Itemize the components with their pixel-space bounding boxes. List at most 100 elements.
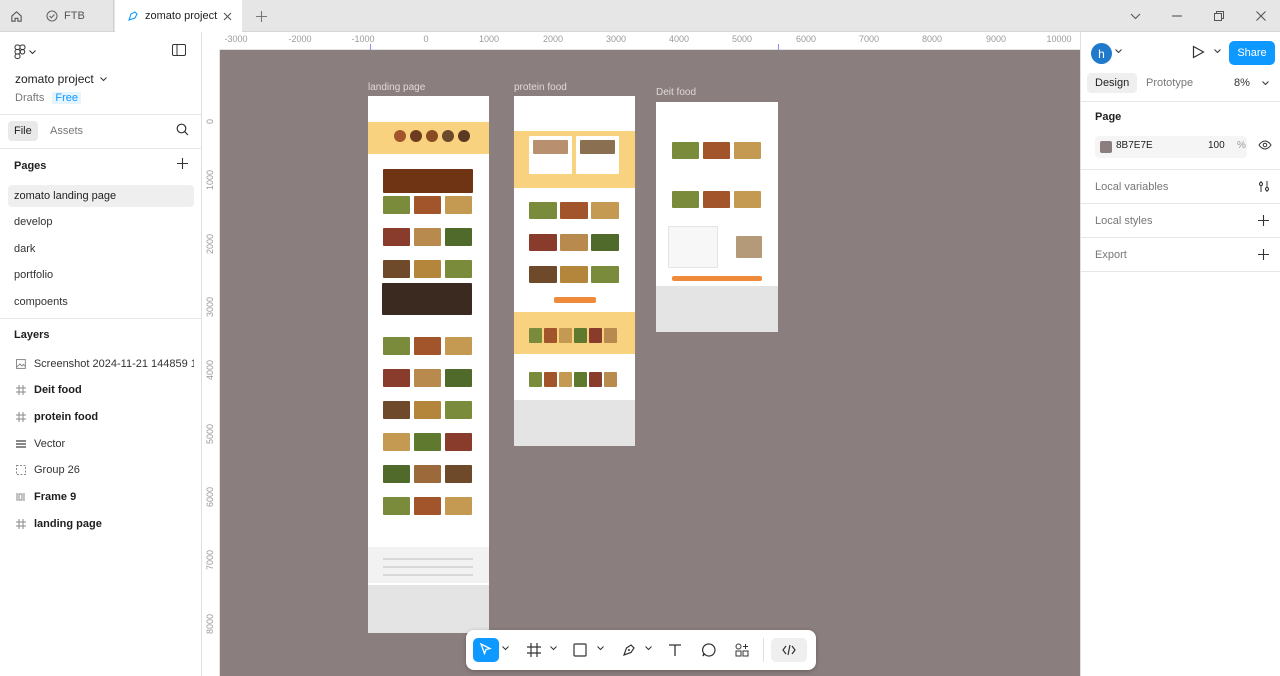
frame-tool[interactable]: [523, 638, 545, 662]
avatar[interactable]: h: [1091, 43, 1112, 64]
local-variables-label[interactable]: Local variables: [1095, 181, 1168, 193]
cursor-icon: [479, 643, 492, 656]
food-thumbnail: [703, 191, 730, 208]
variables-icon[interactable]: [1258, 180, 1270, 193]
local-styles-label[interactable]: Local styles: [1095, 215, 1152, 227]
layer-group-26[interactable]: Group 26: [8, 459, 194, 481]
ruler-tick-label: 3000: [605, 34, 627, 44]
layer-frame-9[interactable]: Frame 9: [8, 486, 194, 508]
ruler-tick-label: 4000: [205, 359, 215, 380]
canvas[interactable]: -3000 -2000 -1000 0 1000 2000 3000 4000 …: [202, 32, 1080, 676]
search-icon[interactable]: [176, 123, 189, 139]
opacity-value[interactable]: 100: [1208, 140, 1225, 151]
dev-mode-toggle[interactable]: [771, 638, 807, 662]
frame-label-landing-page[interactable]: landing page: [368, 82, 425, 93]
page-item-develop[interactable]: develop: [8, 211, 194, 233]
plus-icon[interactable]: [1258, 249, 1269, 260]
layers-heading: Layers: [14, 329, 50, 341]
share-button[interactable]: Share: [1229, 41, 1275, 65]
food-thumbnail: [383, 228, 410, 246]
faq-row: [383, 566, 473, 568]
home-button[interactable]: [0, 0, 33, 32]
layer-screenshot[interactable]: Screenshot 2024-11-21 144859 1: [8, 353, 194, 375]
food-thumbnail: [445, 196, 472, 214]
frame-label-deit-food[interactable]: Deit food: [656, 87, 696, 98]
layer-protein-food[interactable]: protein food: [8, 406, 194, 428]
ruler-tick-label: 1000: [205, 169, 215, 190]
left-panel: zomato project Drafts Free File Assets P…: [0, 32, 202, 676]
tab-file[interactable]: File: [8, 121, 38, 141]
project-location[interactable]: Drafts: [15, 92, 44, 104]
minimize-icon[interactable]: [1166, 7, 1188, 25]
frame-label-protein-food[interactable]: protein food: [514, 82, 567, 93]
text-tool[interactable]: [664, 638, 686, 662]
tab-zomato-project[interactable]: zomato project: [115, 0, 242, 32]
tab-prototype[interactable]: Prototype: [1146, 73, 1193, 93]
divider: [1081, 169, 1280, 170]
divider: [0, 148, 201, 149]
chevron-down-icon[interactable]: [1214, 49, 1221, 54]
tab-design[interactable]: Design: [1087, 73, 1138, 93]
frame-deit-food[interactable]: [656, 102, 778, 332]
add-page-button[interactable]: [177, 158, 188, 172]
plus-icon: [177, 158, 188, 169]
main-menu-button[interactable]: [14, 44, 36, 60]
project-name[interactable]: zomato project: [15, 72, 107, 86]
frame-landing-page[interactable]: [368, 96, 489, 633]
project-name-label: zomato project: [15, 72, 94, 86]
close-window-icon[interactable]: [1250, 7, 1272, 25]
chevron-down-icon[interactable]: [502, 646, 509, 651]
chevron-down-icon[interactable]: [597, 646, 604, 651]
ruler-tick-label: 1000: [478, 34, 500, 44]
rectangle-tool[interactable]: [569, 638, 591, 662]
eye-icon[interactable]: [1258, 140, 1272, 150]
page-color-field[interactable]: 8B7E7E 100 %: [1095, 136, 1247, 158]
divider: [0, 318, 201, 319]
food-thumbnail: [383, 337, 410, 355]
ruler-tick-label: 7000: [858, 34, 880, 44]
page-item-dark[interactable]: dark: [8, 238, 194, 260]
vector-icon: [16, 440, 26, 448]
page-item-portfolio[interactable]: portfolio: [8, 264, 194, 286]
comment-tool[interactable]: [698, 638, 720, 662]
plus-icon: [255, 10, 267, 22]
actions-tool[interactable]: [731, 638, 753, 662]
move-tool[interactable]: [473, 638, 499, 662]
color-swatch[interactable]: [1100, 141, 1112, 153]
food-thumbnail: [589, 372, 602, 387]
food-thumbnail: [394, 130, 406, 142]
zoom-dropdown[interactable]: 8%: [1234, 73, 1269, 93]
chevron-down-icon[interactable]: [550, 646, 557, 651]
chevron-down-icon: [99, 76, 107, 81]
present-button[interactable]: [1192, 45, 1205, 62]
layer-deit-food[interactable]: Deit food: [8, 379, 194, 401]
home-icon: [11, 10, 22, 22]
tab-assets[interactable]: Assets: [50, 121, 83, 141]
layer-name: Group 26: [34, 464, 80, 476]
sidebar-toggle-icon[interactable]: [172, 44, 186, 59]
chevron-down-icon[interactable]: [645, 646, 652, 651]
export-label[interactable]: Export: [1095, 249, 1127, 261]
frame-protein-food[interactable]: [514, 96, 635, 446]
plus-icon[interactable]: [1258, 215, 1269, 226]
layer-landing-page[interactable]: landing page: [8, 513, 194, 535]
chevron-down-icon[interactable]: [1115, 49, 1122, 54]
chevron-down-icon[interactable]: [1124, 7, 1146, 25]
layer-vector[interactable]: Vector: [8, 433, 194, 455]
toolbar-divider: [763, 638, 764, 662]
color-hex-value[interactable]: 8B7E7E: [1116, 140, 1153, 151]
new-tab-button[interactable]: [250, 7, 272, 25]
comment-icon: [702, 643, 716, 657]
restore-icon[interactable]: [1208, 7, 1230, 25]
page-item-compoents[interactable]: compoents: [8, 291, 194, 313]
tab-ftb[interactable]: FTB: [34, 0, 114, 32]
pen-tool[interactable]: [618, 638, 640, 662]
ruler-tick-label: -1000: [351, 34, 375, 44]
faq-row: [383, 574, 473, 576]
food-thumbnail: [591, 234, 619, 251]
food-thumbnail: [445, 337, 472, 355]
page-item-zomato-landing-page[interactable]: zomato landing page: [8, 185, 194, 207]
ruler-tick-label: 10000: [1046, 34, 1072, 44]
close-icon[interactable]: [220, 9, 234, 23]
footer-band: [368, 585, 489, 633]
